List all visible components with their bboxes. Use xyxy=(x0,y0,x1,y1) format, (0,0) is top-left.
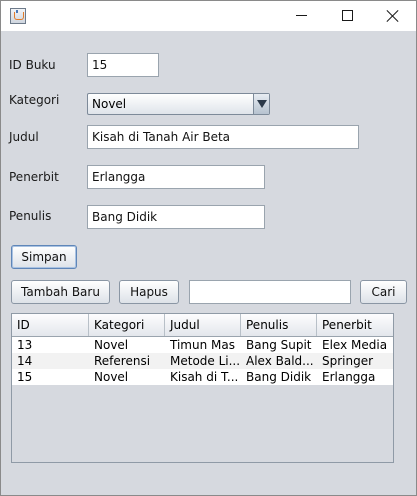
app-window: ID Buku Kategori Novel Judul Penerbit Pe… xyxy=(0,0,417,496)
table-cell: 14 xyxy=(17,354,33,368)
column-header-id[interactable]: ID xyxy=(12,314,89,336)
penulis-field[interactable] xyxy=(87,205,265,229)
minimize-button[interactable] xyxy=(278,1,324,31)
table-cell: Alex Bald... xyxy=(246,354,314,368)
judul-label: Judul xyxy=(9,130,39,144)
table-cell: Erlangga xyxy=(322,370,376,384)
search-input[interactable] xyxy=(189,280,351,304)
table-header: ID Kategori Judul Penulis Penerbit xyxy=(12,314,393,337)
table-cell: Referensi xyxy=(94,354,151,368)
close-button[interactable] xyxy=(370,1,416,31)
table-cell: Novel xyxy=(94,338,129,352)
penerbit-field[interactable] xyxy=(87,165,265,189)
judul-field[interactable] xyxy=(87,125,359,149)
table-cell: Novel xyxy=(94,370,129,384)
table-cell: Bang Supit xyxy=(246,338,312,352)
kategori-label: Kategori xyxy=(9,93,60,107)
penerbit-label: Penerbit xyxy=(9,170,59,184)
table-cell: Timun Mas xyxy=(170,338,235,352)
table-cell: 15 xyxy=(17,370,33,384)
column-header-kategori[interactable]: Kategori xyxy=(89,314,165,336)
minimize-icon xyxy=(296,15,307,16)
java-app-icon[interactable] xyxy=(10,8,26,24)
tambah-baru-button[interactable]: Tambah Baru xyxy=(11,280,110,304)
title-bar xyxy=(1,1,416,31)
table-cell: Springer xyxy=(322,354,374,368)
hapus-button[interactable]: Hapus xyxy=(119,280,179,304)
table-cell: Bang Didik xyxy=(246,370,312,384)
id-buku-field[interactable] xyxy=(87,53,159,77)
maximize-button[interactable] xyxy=(324,1,370,31)
maximize-icon xyxy=(342,10,353,21)
id-buku-label: ID Buku xyxy=(9,58,56,72)
cari-button[interactable]: Cari xyxy=(360,280,407,304)
column-header-judul[interactable]: Judul xyxy=(165,314,241,336)
simpan-button[interactable]: Simpan xyxy=(11,245,77,269)
column-header-penulis[interactable]: Penulis xyxy=(241,314,317,336)
table-cell: Kisah di T... xyxy=(170,370,239,384)
table-row[interactable]: 13 Novel Timun Mas Bang Supit Elex Media xyxy=(12,337,393,353)
kategori-selected-value: Novel xyxy=(92,97,127,111)
table-cell: 13 xyxy=(17,338,33,352)
table-cell: Metode Li... xyxy=(170,354,241,368)
table-row[interactable]: 14 Referensi Metode Li... Alex Bald... S… xyxy=(12,353,393,369)
penulis-label: Penulis xyxy=(9,209,52,223)
table-cell: Elex Media xyxy=(322,338,388,352)
book-table[interactable]: ID Kategori Judul Penulis Penerbit 13 No… xyxy=(11,313,394,463)
chevron-down-icon[interactable] xyxy=(253,94,269,114)
close-icon xyxy=(386,9,400,23)
table-row[interactable]: 15 Novel Kisah di T... Bang Didik Erlang… xyxy=(12,369,393,385)
kategori-select[interactable]: Novel xyxy=(87,93,270,115)
column-header-penerbit[interactable]: Penerbit xyxy=(317,314,393,336)
